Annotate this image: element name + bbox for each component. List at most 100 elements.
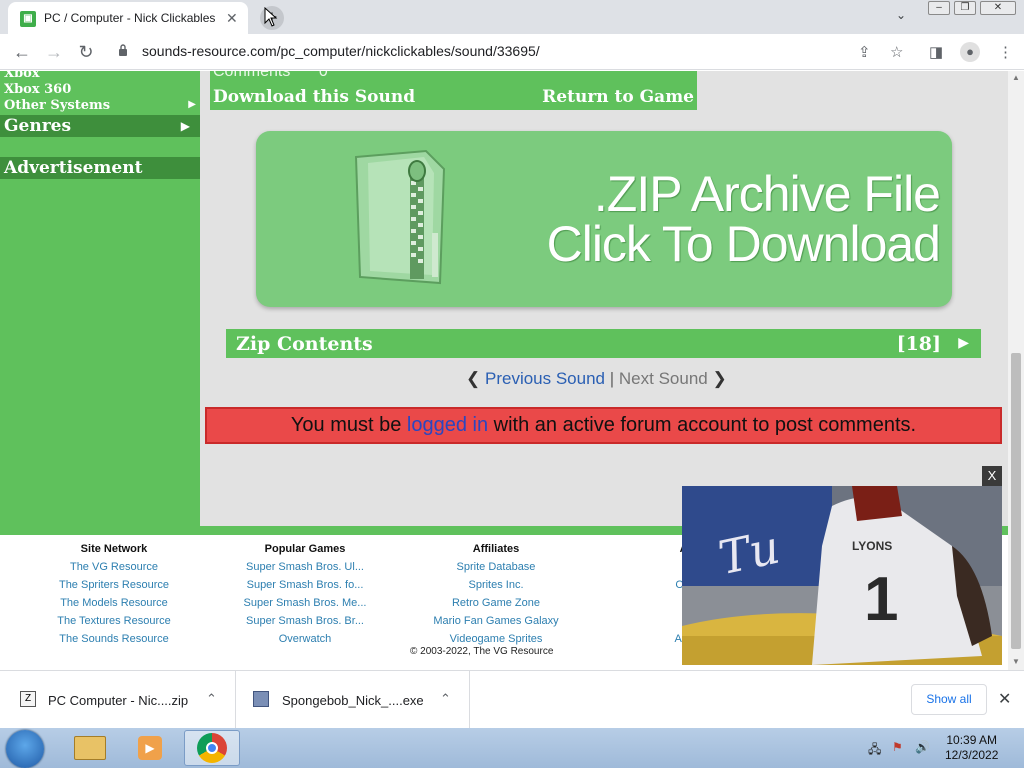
footer-link[interactable]: Sprites Inc. [421,579,571,597]
bookmark-star-icon[interactable]: ☆ [890,43,903,61]
download-sound-link[interactable]: Download this Sound [213,87,415,107]
sound-actions-bar: Comments 0 Download this Sound Return to… [210,71,697,110]
login-required-alert: You must be logged in with an active for… [205,407,1002,444]
forward-arrow-icon[interactable]: → [42,41,66,63]
sidebar-item-xbox-360[interactable]: Xbox 360 [4,82,71,97]
previous-sound-link[interactable]: Previous Sound [485,369,605,388]
mouse-cursor-icon [264,7,278,27]
scroll-up-icon[interactable]: ▲ [1012,73,1020,82]
zip-banner-line2: Click To Download [546,216,941,272]
footer-link[interactable]: The VG Resource [39,561,189,579]
video-close-button[interactable]: X [982,466,1002,486]
tab-close-icon[interactable]: ✕ [226,10,238,27]
triangle-right-icon: ▶ [188,99,196,110]
volume-icon[interactable]: 🔊 [915,740,930,754]
chevron-left-icon: ❮ [466,369,481,388]
footer-link[interactable]: Overwatch [230,633,380,651]
zip-folder-icon [354,149,446,285]
show-all-downloads-button[interactable]: Show all [911,684,987,715]
downloads-bar: Z PC Computer - Nic....zip ⌃ Spongebob_N… [0,670,1024,729]
download-filename: PC Computer - Nic....zip [48,693,189,708]
next-sound-link[interactable]: Next Sound [619,369,708,388]
minimize-icon[interactable]: – [928,1,950,15]
sidebar: Xbox Xbox 360 Other Systems ▶ Genres ▶ A… [0,71,200,526]
sidebar-advertisement-header: Advertisement [0,157,200,179]
screen: ▣ PC / Computer - Nick Clickables ✕ + ⌄ … [0,0,1024,768]
video-frame-image: Tu LYONS 1 [682,486,1002,665]
footer-link[interactable]: The Sounds Resource [39,633,189,651]
clock-date: 12/3/2022 [945,748,999,762]
footer-link[interactable]: Super Smash Bros. Br... [230,615,380,633]
tab-search-chevron-icon[interactable]: ⌄ [896,8,906,22]
share-icon[interactable]: ⇪ [858,43,871,61]
windows-start-button[interactable] [6,730,44,768]
page-scrollbar[interactable]: ▲ ▼ [1008,71,1024,670]
zip-contents-count: [18] [896,333,941,355]
footer-link[interactable]: The Spriters Resource [39,579,189,597]
exe-file-icon [253,691,269,707]
comments-count: 0 [318,71,328,80]
profile-avatar-icon[interactable]: ● [960,42,980,62]
login-msg-after: with an active forum account to post com… [488,414,917,436]
file-explorer-icon[interactable] [62,730,118,766]
footer-column-affiliates: Affiliates Sprite Database Sprites Inc. … [421,543,571,651]
side-panel-icon[interactable]: ◨ [929,43,943,61]
video-player[interactable]: Tu LYONS 1 [682,486,1002,665]
footer-link[interactable]: Retro Game Zone [421,597,571,615]
download-item[interactable]: Spongebob_Nick_....exe ⌃ [237,671,470,729]
window-close-icon[interactable]: ✕ [980,1,1016,15]
address-bar[interactable]: sounds-resource.com/pc_computer/nickclic… [142,43,540,59]
site-favicon-icon: ▣ [20,11,36,27]
chevron-up-icon[interactable]: ⌃ [440,691,451,707]
footer-link[interactable]: The Textures Resource [39,615,189,633]
network-icon[interactable]: 🖧 [868,740,881,761]
triangle-right-icon: ▶ [958,334,969,350]
lock-icon [119,44,127,56]
sidebar-item-label: Other Systems [4,98,111,113]
download-item[interactable]: Z PC Computer - Nic....zip ⌃ [0,671,236,729]
menu-kebab-icon[interactable]: ⋮ [998,43,1013,61]
sidebar-genres[interactable]: Genres ▶ [0,115,200,137]
logged-in-link[interactable]: logged in [407,414,488,436]
clock-time: 10:39 AM [946,733,998,747]
comments-label: Comments [213,71,291,80]
copyright-text: © 2003-2022, The VG Resource [410,646,554,657]
footer-link[interactable]: Mario Fan Games Galaxy [421,615,571,633]
zip-file-icon: Z [20,691,36,707]
sidebar-item-xbox[interactable]: Xbox [4,71,40,81]
tab-title: PC / Computer - Nick Clickables [44,11,216,25]
sidebar-item-other-systems[interactable]: Other Systems ▶ [4,98,196,113]
sound-pager: ❮ Previous Sound | Next Sound ❯ [466,369,727,389]
zip-contents-label: Zip Contents [236,333,373,355]
triangle-right-icon: ▶ [180,119,190,133]
svg-text:1: 1 [864,565,898,634]
footer-heading: Popular Games [264,543,346,555]
footer-link[interactable]: The Models Resource [39,597,189,615]
browser-tab-strip: ▣ PC / Computer - Nick Clickables ✕ + ⌄ … [0,0,1024,34]
back-arrow-icon[interactable]: ← [10,41,34,63]
genres-label: Genres [4,116,72,136]
chevron-right-icon: ❯ [712,369,727,388]
system-clock[interactable]: 10:39 AM 12/3/2022 [945,733,998,763]
browser-tab[interactable]: ▣ PC / Computer - Nick Clickables ✕ [8,2,248,34]
zip-contents-bar[interactable]: Zip Contents [18] ▶ [226,329,981,358]
footer-link[interactable]: Super Smash Bros. Me... [230,597,380,615]
scrollbar-thumb[interactable] [1011,353,1021,649]
footer-link[interactable]: Super Smash Bros. fo... [230,579,380,597]
footer-column-popular-games: Popular Games Super Smash Bros. Ul... Su… [230,543,380,651]
zip-download-banner[interactable]: .ZIP Archive File Click To Download [256,131,952,307]
windows-taskbar: ▶ 🖧 ⚑ 🔊 10:39 AM 12/3/2022 [0,728,1024,768]
footer-link[interactable]: Super Smash Bros. Ul... [230,561,380,579]
chevron-up-icon[interactable]: ⌃ [206,691,217,707]
chrome-taskbar-icon[interactable] [184,730,240,766]
action-center-flag-icon[interactable]: ⚑ [892,740,903,754]
svg-text:LYONS: LYONS [852,539,892,553]
footer-column-site-network: Site Network The VG Resource The Spriter… [39,543,189,651]
media-player-icon[interactable]: ▶ [122,730,178,766]
close-downloads-icon[interactable]: ✕ [998,689,1011,709]
return-to-game-link[interactable]: Return to Game [542,87,694,107]
footer-link[interactable]: Sprite Database [421,561,571,579]
maximize-icon[interactable]: ❐ [954,1,976,15]
scroll-down-icon[interactable]: ▼ [1012,657,1020,666]
reload-icon[interactable]: ↻ [74,41,98,63]
